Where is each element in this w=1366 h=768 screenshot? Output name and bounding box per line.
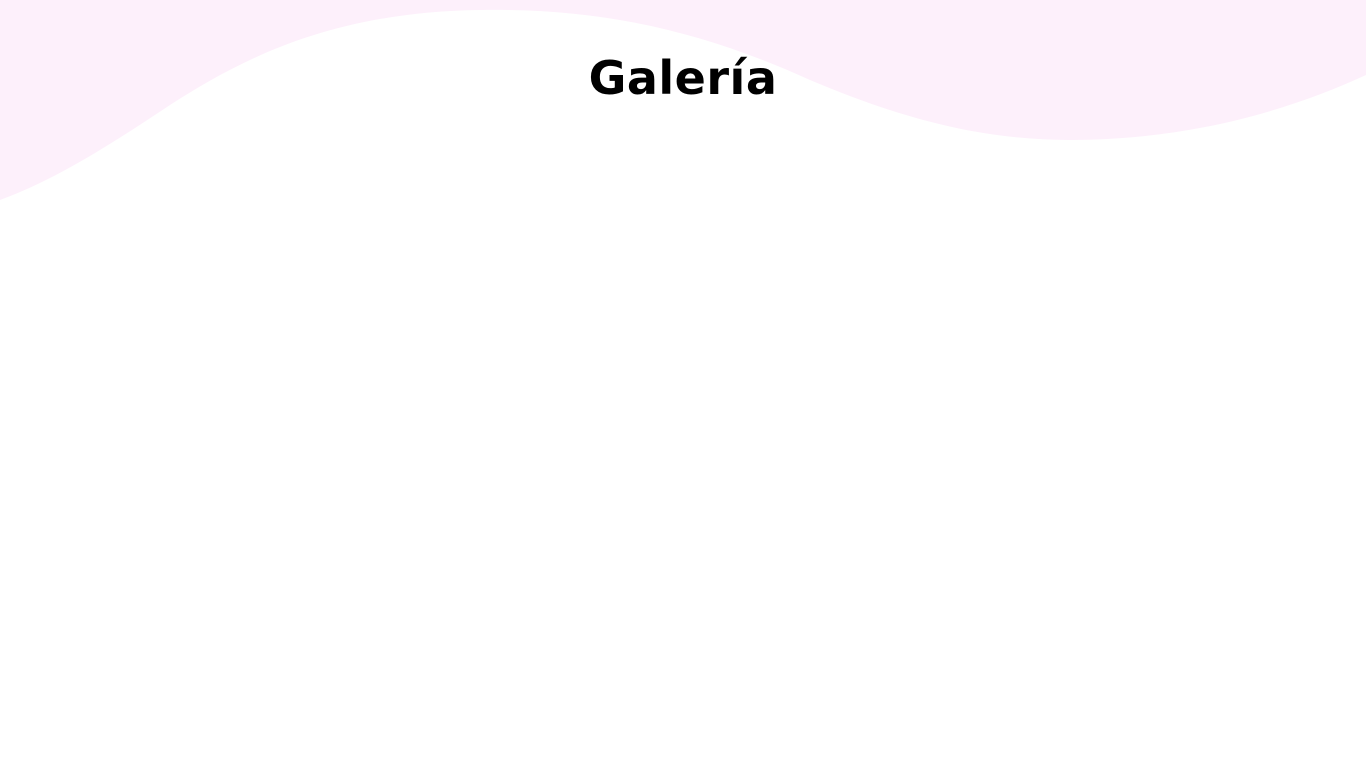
gallery-content — [0, 200, 1366, 768]
page-title: Galería — [588, 51, 778, 105]
page-header: Galería — [0, 0, 1366, 160]
